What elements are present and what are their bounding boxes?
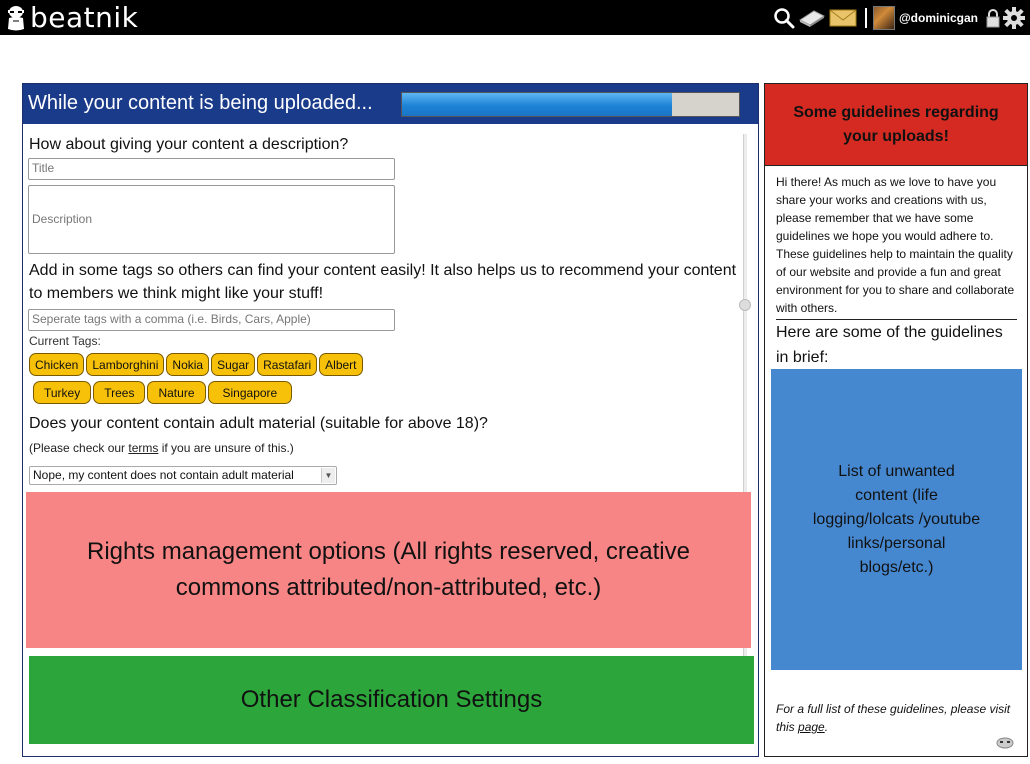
scrollbar-thumb[interactable] (739, 299, 751, 311)
mail-icon[interactable] (827, 5, 859, 31)
description-question: How about giving your content a descript… (29, 136, 349, 153)
tag-chip[interactable]: Lamborghini (86, 353, 165, 376)
upload-title: While your content is being uploaded... (28, 92, 373, 114)
top-toolbar: @dominicgan (771, 0, 1030, 35)
title-input[interactable]: Title (28, 158, 395, 180)
book-icon[interactable] (797, 5, 827, 31)
rights-management-text: Rights management options (All rights re… (87, 538, 690, 601)
tag-chip[interactable]: Chicken (29, 353, 85, 376)
toolbar-divider (864, 7, 867, 28)
classification-text: Other Classification Settings (240, 686, 543, 713)
tag-chip[interactable]: Sugar (211, 353, 256, 376)
description-textarea[interactable]: Description (28, 185, 395, 254)
beatnik-mascot-icon (996, 737, 1014, 749)
upload-header: While your content is being uploaded... (23, 84, 758, 124)
upload-progress-bar (401, 92, 740, 117)
beatnik-mascot-icon (8, 5, 24, 30)
tag-chip[interactable]: Nokia (166, 353, 210, 376)
footnote-suffix: . (824, 720, 829, 734)
tag-chip[interactable]: Nature (147, 381, 206, 404)
tags-row: Turkey Trees Nature Singapore (29, 381, 409, 404)
rights-management-section: Rights management options (All rights re… (26, 492, 751, 648)
tags-input[interactable]: Seperate tags with a comma (i.e. Birds, … (28, 309, 395, 331)
unwanted-content-text: List of unwanted content (life logging/l… (812, 462, 981, 576)
logo-text: beatnik (30, 1, 139, 34)
tag-chip[interactable]: Rastafari (257, 353, 318, 376)
gear-icon[interactable] (1002, 5, 1026, 31)
adult-note-prefix: (Please check our (29, 441, 129, 455)
classification-section: Other Classification Settings (29, 656, 754, 744)
search-icon[interactable] (771, 5, 797, 31)
guidelines-panel: Some guidelines regarding your uploads! … (764, 83, 1028, 757)
terms-link[interactable]: terms (128, 441, 158, 455)
guidelines-intro: Hi there! As much as we love to have you… (776, 175, 1015, 315)
top-bar: beatnik @dominicgan (0, 0, 1030, 35)
tag-chip[interactable]: Singapore (207, 381, 293, 404)
current-tags-label: Current Tags: (29, 334, 101, 348)
adult-content-select[interactable]: Nope, my content does not contain adult … (29, 466, 337, 485)
adult-select-value: Nope, my content does not contain adult … (33, 468, 294, 482)
adult-note: (Please check our terms if you are unsur… (29, 441, 294, 455)
tag-chip[interactable]: Trees (93, 381, 146, 404)
avatar[interactable] (872, 5, 895, 30)
upload-progress-fill (402, 93, 672, 116)
adult-note-suffix: if you are unsure of this.) (158, 441, 294, 455)
guidelines-title: Some guidelines regarding your uploads! (793, 103, 999, 145)
guidelines-header: Some guidelines regarding your uploads! (765, 84, 1027, 166)
lock-icon[interactable] (984, 5, 1002, 31)
tags-prompt: Add in some tags so others can find your… (29, 262, 737, 302)
adult-question: Does your content contain adult material… (29, 415, 488, 432)
logo[interactable]: beatnik (4, 3, 138, 33)
tag-chip[interactable]: Albert (319, 353, 363, 376)
guidelines-footnote: For a full list of these guidelines, ple… (776, 700, 1019, 736)
upload-panel: While your content is being uploaded... … (22, 83, 759, 757)
chevron-down-icon: ▼ (321, 468, 335, 483)
tag-chip[interactable]: Turkey (33, 381, 92, 404)
unwanted-content-box: List of unwanted content (life logging/l… (771, 369, 1022, 670)
username[interactable]: @dominicgan (899, 11, 978, 25)
tags-row: Chicken Lamborghini Nokia Sugar Rastafari Alb… (29, 353, 409, 376)
guidelines-brief-heading: Here are some of the guidelines in brief… (776, 324, 1003, 366)
guidelines-page-link[interactable]: page (798, 720, 825, 734)
